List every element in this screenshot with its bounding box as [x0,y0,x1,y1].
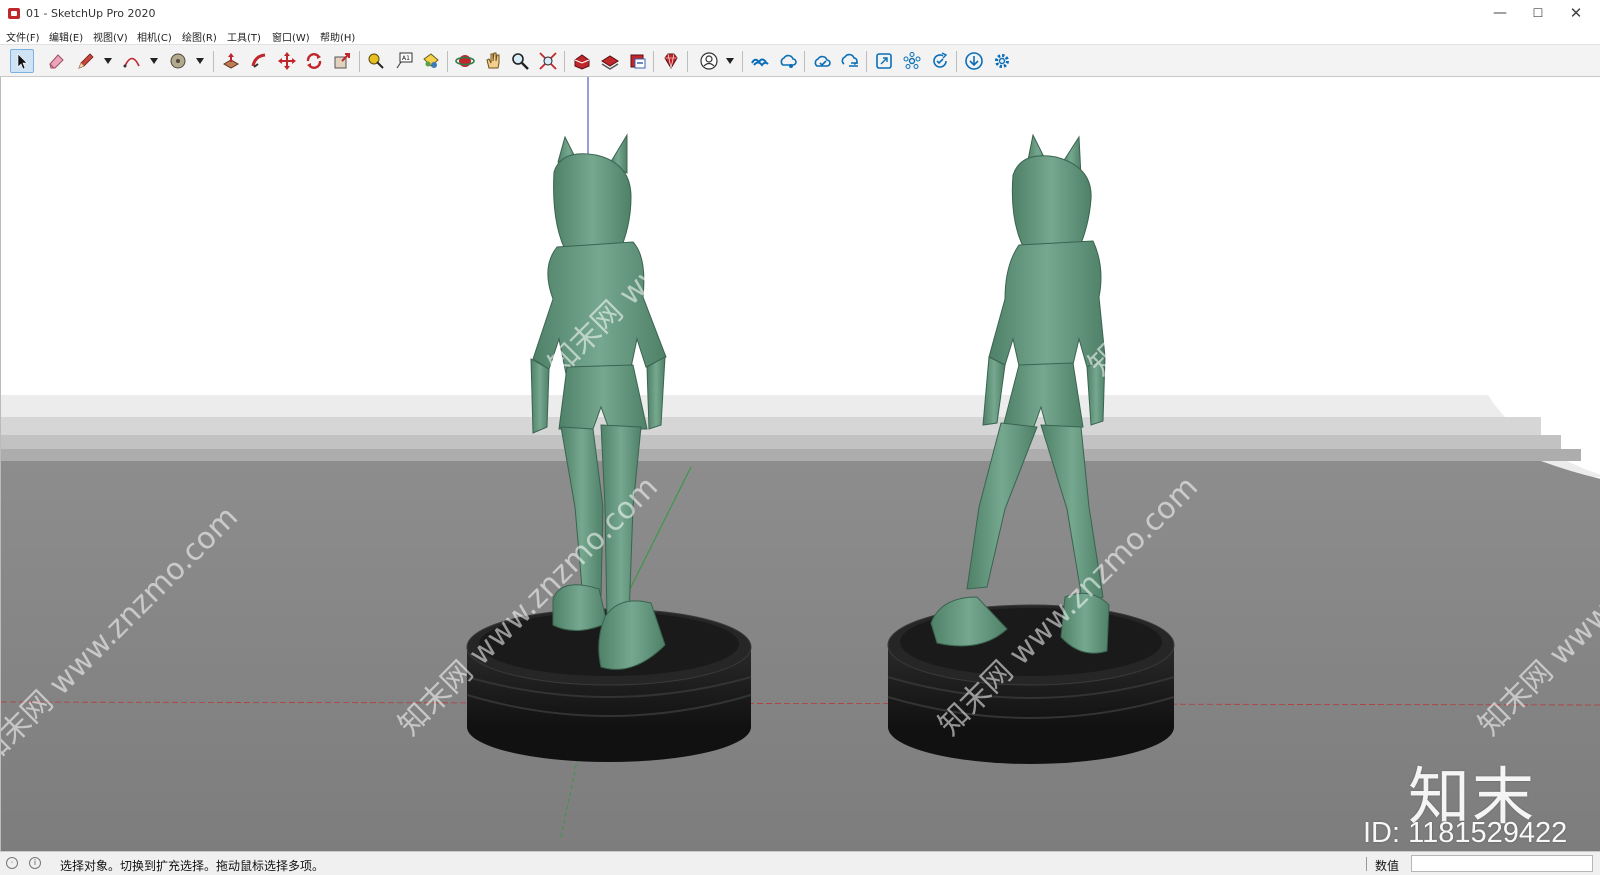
user-account-icon[interactable] [697,49,721,73]
close-button[interactable]: ✕ [1557,0,1595,28]
move-icon[interactable] [275,49,299,73]
tape-measure-icon[interactable] [364,49,388,73]
status-separator [1366,857,1367,871]
orbit-icon[interactable] [453,49,477,73]
menu-file[interactable]: 文件(F) [6,29,40,44]
account-dropdown-icon[interactable] [726,58,734,64]
horizon-band [1,417,1541,435]
toolbar-separator [956,51,957,72]
maximize-button[interactable]: ☐ [1519,0,1557,28]
cloud-share-icon[interactable] [776,49,800,73]
horizon-band [1,449,1581,461]
menu-tools[interactable]: 工具(T) [227,29,261,44]
menu-bar: 文件(F) 编辑(E) 视图(V) 相机(C) 绘图(R) 工具(T) 窗口(W… [0,28,1600,44]
brand-id: ID: 1181529422 [1363,817,1568,849]
toolbar-separator [359,51,360,72]
paint-icon[interactable] [419,49,443,73]
pan-icon[interactable] [481,49,505,73]
shape-dropdown-icon[interactable] [196,58,204,64]
zoom-icon[interactable] [508,49,532,73]
toolbar-separator [742,51,743,72]
arc-icon[interactable] [120,49,144,73]
menu-view[interactable]: 视图(V) [93,29,128,44]
refresh-check-icon[interactable] [928,49,952,73]
zoom-extents-icon[interactable] [536,49,560,73]
menu-window[interactable]: 窗口(W) [272,29,310,44]
paint-bucket-icon[interactable] [166,49,190,73]
minimize-button[interactable]: — [1481,0,1519,28]
layout-icon[interactable] [626,49,650,73]
ground-plane [1,461,1600,851]
ruby-icon[interactable] [659,49,683,73]
window-title: 01 - SketchUp Pro 2020 [26,7,156,20]
extension-warehouse-icon[interactable] [598,49,622,73]
cloud-check-icon[interactable] [810,49,834,73]
menu-camera[interactable]: 相机(C) [137,29,172,44]
info-icon[interactable]: i [29,857,41,869]
measurement-input[interactable] [1411,855,1593,872]
pencil-line-icon[interactable] [74,49,98,73]
toolbar-separator [687,51,688,72]
sketchup-app-icon [8,8,20,19]
eraser-icon[interactable] [44,49,68,73]
toolbar-separator [213,51,214,72]
title-bar: 01 - SketchUp Pro 2020 — ☐ ✕ [0,0,1600,28]
follow-me-icon[interactable] [247,49,271,73]
measurement-label: 数值 [1375,859,1400,873]
warehouse-icon[interactable] [570,49,594,73]
cloud-sync-icon[interactable] [838,49,862,73]
menu-draw[interactable]: 绘图(R) [182,29,217,44]
frame-icon[interactable] [872,49,896,73]
toolbar-separator [866,51,867,72]
download-icon[interactable] [962,49,986,73]
select-icon[interactable] [10,49,34,73]
menu-edit[interactable]: 编辑(E) [49,29,83,44]
model-viewport[interactable]: 知末网 www.znzmo.com 知末网 www.znzmo.com 知末网 … [0,77,1600,851]
geo-location-icon[interactable]: · [6,857,18,869]
main-toolbar: A1 [0,44,1600,77]
text-icon[interactable]: A1 [392,49,416,73]
svg-text:A1: A1 [402,55,410,62]
settings-icon[interactable] [990,49,1014,73]
scene-canvas[interactable]: 知末网 www.znzmo.com 知末网 www.znzmo.com 知末网 … [1,77,1600,851]
trimble-connect-icon[interactable] [748,49,772,73]
status-bar: · i 选择对象。切换到扩充选择。拖动鼠标选择多项。 数值 [0,851,1600,875]
toolbar-separator [447,51,448,72]
scale-icon[interactable] [330,49,354,73]
push-pull-icon[interactable] [219,49,243,73]
pencil-dropdown-icon[interactable] [104,58,112,64]
component-icon[interactable] [900,49,924,73]
toolbar-separator [653,51,654,72]
toolbar-separator [804,51,805,72]
arc-dropdown-icon[interactable] [150,58,158,64]
status-message: 选择对象。切换到扩充选择。拖动鼠标选择多项。 [60,859,325,873]
horizon-band [1,435,1561,449]
rotate-icon[interactable] [302,49,326,73]
menu-help[interactable]: 帮助(H) [320,29,355,44]
toolbar-separator [564,51,565,72]
